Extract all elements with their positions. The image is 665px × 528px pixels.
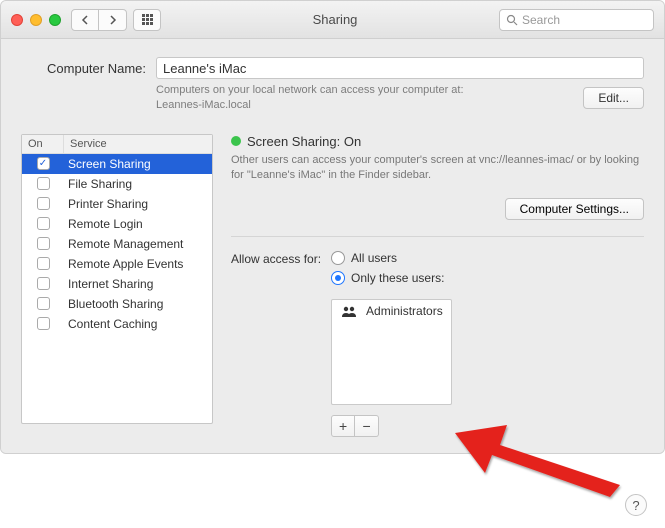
service-row-content-caching[interactable]: Content Caching	[22, 314, 212, 334]
checkbox[interactable]	[37, 237, 50, 250]
computer-name-label: Computer Name:	[21, 61, 146, 76]
radio-only-these-users[interactable]: Only these users:	[331, 271, 452, 285]
main-panels: On Service ✓ Screen Sharing File Sharing Pr…	[21, 134, 644, 437]
checkbox[interactable]	[37, 277, 50, 290]
allowed-users-list[interactable]: Administrators	[331, 299, 452, 405]
computer-name-input[interactable]: Leanne's iMac	[156, 57, 644, 79]
service-row-bluetooth-sharing[interactable]: Bluetooth Sharing	[22, 294, 212, 314]
checkbox[interactable]	[37, 197, 50, 210]
service-label: Remote Login	[64, 217, 212, 231]
service-label: Remote Management	[64, 237, 212, 251]
radio-icon	[331, 271, 345, 285]
show-all-button[interactable]	[133, 9, 161, 31]
computer-name-hint-row: Computers on your local network can acce…	[156, 83, 644, 114]
service-row-screen-sharing[interactable]: ✓ Screen Sharing	[22, 154, 212, 174]
checkbox[interactable]	[37, 317, 50, 330]
list-item[interactable]: Administrators	[332, 300, 451, 322]
service-label: Screen Sharing	[64, 157, 212, 171]
col-header-on: On	[22, 135, 64, 153]
people-icon	[340, 305, 358, 317]
service-label: Remote Apple Events	[64, 257, 212, 271]
checkbox[interactable]: ✓	[37, 157, 50, 170]
chevron-right-icon	[109, 15, 117, 25]
service-row-printer-sharing[interactable]: Printer Sharing	[22, 194, 212, 214]
zoom-window-button[interactable]	[49, 14, 61, 26]
edit-hostname-button[interactable]: Edit...	[583, 87, 644, 109]
search-icon	[506, 14, 518, 26]
computer-settings-button[interactable]: Computer Settings...	[505, 198, 644, 220]
service-label: Internet Sharing	[64, 277, 212, 291]
window-title: Sharing	[171, 12, 499, 27]
checkbox[interactable]	[37, 177, 50, 190]
chevron-left-icon	[81, 15, 89, 25]
service-label: File Sharing	[64, 177, 212, 191]
allow-access-label: Allow access for:	[231, 251, 321, 437]
add-user-button[interactable]: +	[331, 415, 355, 437]
computer-name-hint: Computers on your local network can acce…	[156, 83, 573, 114]
service-label: Printer Sharing	[64, 197, 212, 211]
checkbox[interactable]	[37, 297, 50, 310]
help-button[interactable]: ?	[625, 494, 647, 516]
minimize-window-button[interactable]	[30, 14, 42, 26]
service-row-file-sharing[interactable]: File Sharing	[22, 174, 212, 194]
status-row: Screen Sharing: On	[231, 134, 644, 149]
sharing-prefpane: Sharing Search Computer Name: Leanne's i…	[0, 0, 665, 454]
radio-all-users[interactable]: All users	[331, 251, 452, 265]
services-table: On Service ✓ Screen Sharing File Sharing Pr…	[21, 134, 213, 424]
close-window-button[interactable]	[11, 14, 23, 26]
status-dot-icon	[231, 136, 241, 146]
add-remove-controls: + −	[331, 415, 452, 437]
titlebar: Sharing Search	[1, 1, 664, 39]
service-row-remote-login[interactable]: Remote Login	[22, 214, 212, 234]
nav-buttons	[71, 9, 127, 31]
search-placeholder: Search	[522, 13, 560, 27]
back-button[interactable]	[71, 9, 99, 31]
content-area: Computer Name: Leanne's iMac Computers o…	[1, 39, 664, 453]
user-name: Administrators	[366, 304, 443, 318]
service-label: Content Caching	[64, 317, 212, 331]
service-label: Bluetooth Sharing	[64, 297, 212, 311]
services-table-header: On Service	[22, 135, 212, 154]
status-description: Other users can access your computer's s…	[231, 153, 644, 184]
service-row-remote-management[interactable]: Remote Management	[22, 234, 212, 254]
service-row-remote-apple-events[interactable]: Remote Apple Events	[22, 254, 212, 274]
service-detail: Screen Sharing: On Other users can acces…	[231, 134, 644, 437]
allow-access-row: Allow access for: All users Only these u…	[231, 251, 644, 437]
checkbox[interactable]	[37, 257, 50, 270]
status-label: Screen Sharing: On	[247, 134, 361, 149]
forward-button[interactable]	[99, 9, 127, 31]
window-controls	[11, 14, 61, 26]
remove-user-button[interactable]: −	[355, 415, 379, 437]
col-header-service: Service	[64, 135, 212, 153]
services-table-body: ✓ Screen Sharing File Sharing Printer Shari…	[22, 154, 212, 334]
computer-name-row: Computer Name: Leanne's iMac	[21, 57, 644, 79]
radio-icon	[331, 251, 345, 265]
divider	[231, 236, 644, 237]
checkbox[interactable]	[37, 217, 50, 230]
search-field[interactable]: Search	[499, 9, 654, 31]
grid-icon	[142, 14, 153, 25]
access-radio-group: All users Only these users:	[331, 251, 452, 437]
service-row-internet-sharing[interactable]: Internet Sharing	[22, 274, 212, 294]
